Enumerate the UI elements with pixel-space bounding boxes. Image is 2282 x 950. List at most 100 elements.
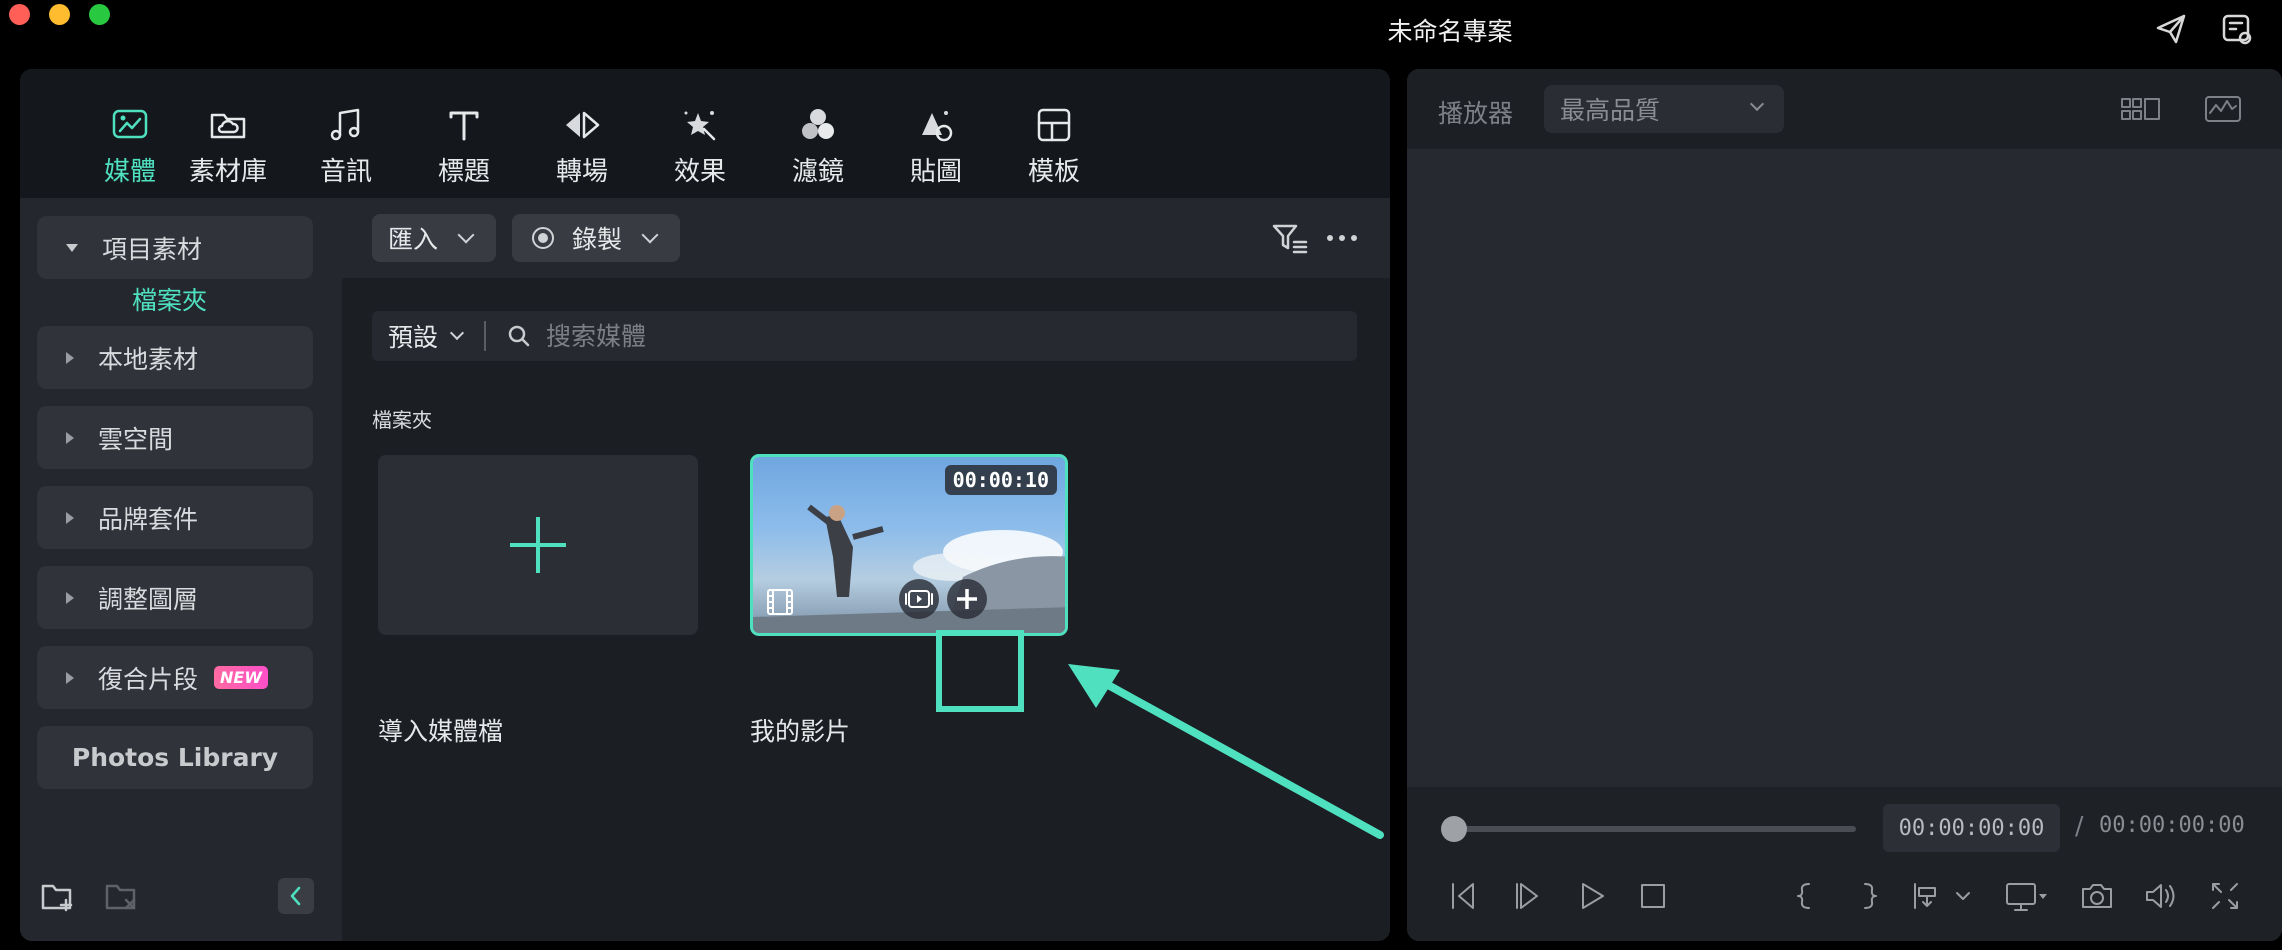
caret-down-icon [66, 243, 78, 252]
sidebar-item-label: 品牌套件 [98, 504, 199, 534]
insert-icon[interactable] [1907, 876, 1947, 916]
film-icon [765, 587, 795, 617]
record-icon [532, 227, 554, 249]
waveform-monitor-icon[interactable] [2203, 91, 2243, 127]
tab-templates[interactable]: 模板 [1004, 105, 1104, 195]
player-toolbar: 播放器 最高品質 [1407, 69, 2282, 149]
tab-stock-label: 素材庫 [188, 157, 267, 187]
send-icon[interactable] [2154, 12, 2188, 46]
volume-icon[interactable] [2141, 876, 2181, 916]
media-icon [112, 109, 148, 139]
sidebar-item-adjustment-layer[interactable]: 調整圖層 [37, 566, 313, 629]
chevron-left-icon [290, 886, 301, 906]
chevron-down-icon [449, 325, 465, 341]
tab-transitions[interactable]: 轉場 [532, 105, 632, 195]
filter-circles-icon [802, 109, 834, 139]
next-frame-icon[interactable] [1507, 876, 1547, 916]
play-icon[interactable] [1571, 876, 1611, 916]
delete-folder-icon[interactable] [104, 878, 140, 914]
quality-label: 最高品質 [1560, 96, 1661, 125]
sidebar-item-label: 調整圖層 [98, 584, 199, 614]
fullscreen-icon[interactable] [2205, 876, 2245, 916]
more-options-icon[interactable] [1322, 218, 1362, 258]
filter-icon[interactable] [1270, 218, 1310, 258]
timeline-scrubber[interactable] [1452, 826, 1856, 832]
sidebar-item-brand-kit[interactable]: 品牌套件 [37, 486, 313, 549]
current-time[interactable]: 00:00:00:00 [1883, 804, 2060, 852]
annotation-arrow [1068, 664, 1384, 839]
mark-in-icon[interactable] [1785, 876, 1825, 916]
caret-right-icon [66, 351, 74, 364]
grid-view-icon[interactable] [2119, 91, 2163, 127]
snapshot-camera-icon[interactable] [2077, 876, 2117, 916]
sidebar-item-label: 復合片段 [98, 664, 199, 694]
collapse-sidebar-button[interactable] [278, 878, 314, 914]
tab-audio-label: 音訊 [319, 157, 372, 187]
sidebar-item-project-media[interactable]: 項目素材 [37, 216, 313, 279]
previous-frame-icon[interactable] [1443, 876, 1483, 916]
caret-right-icon [66, 591, 74, 604]
sidebar-item-photos-library[interactable]: Photos Library [37, 726, 313, 789]
video-caption: 我的影片 [750, 717, 851, 746]
new-folder-icon[interactable] [40, 878, 76, 914]
tab-effects[interactable]: 效果 [650, 105, 750, 195]
import-dropdown[interactable]: 匯入 [372, 214, 496, 262]
record-dropdown[interactable]: 錄製 [512, 214, 680, 262]
tab-audio[interactable]: 音訊 [296, 105, 396, 195]
close-window-button[interactable] [9, 4, 30, 25]
tab-stickers[interactable]: 貼圖 [886, 105, 986, 195]
sidebar: 項目素材 檔案夾 本地素材 雲空間 品牌套件 調整圖層 復合片段 NEW Pho… [20, 198, 342, 941]
player-label: 播放器 [1438, 99, 1514, 128]
effects-star-icon [684, 111, 716, 141]
transition-icon [566, 111, 600, 139]
video-thumbnail[interactable]: 00:00:10 [750, 454, 1068, 636]
insert-options-chevron-icon[interactable] [1951, 876, 1975, 916]
tab-effects-label: 效果 [673, 157, 726, 187]
sidebar-item-compound-clip[interactable]: 復合片段 NEW [37, 646, 313, 709]
caret-right-icon [66, 671, 74, 684]
window-title: 未命名專案 [1387, 17, 1513, 46]
minimize-window-button[interactable] [49, 4, 70, 25]
stop-icon[interactable] [1633, 876, 1673, 916]
tab-stock[interactable]: 素材庫 [178, 105, 278, 195]
import-media-tile[interactable] [378, 455, 698, 635]
sidebar-item-label: 項目素材 [102, 234, 203, 264]
sticker-icon [922, 111, 953, 142]
plus-icon [510, 517, 566, 573]
content-toolbar: 匯入 錄製 [342, 198, 1390, 278]
import-label: 匯入 [388, 225, 439, 254]
add-to-timeline-icon[interactable] [947, 579, 987, 619]
sidebar-item-label: 雲空間 [98, 424, 174, 454]
display-settings-icon[interactable] [2003, 876, 2051, 916]
import-tile-caption: 導入媒體檔 [378, 717, 504, 746]
chevron-down-icon [1749, 96, 1765, 112]
video-viewer[interactable] [1407, 149, 2282, 787]
tab-filters[interactable]: 濾鏡 [768, 105, 868, 195]
tab-filters-label: 濾鏡 [791, 157, 844, 187]
sidebar-item-local-media[interactable]: 本地素材 [37, 326, 313, 389]
mark-out-icon[interactable] [1849, 876, 1889, 916]
tab-media[interactable]: 媒體 [80, 105, 180, 195]
tab-media-label: 媒體 [103, 157, 156, 187]
caret-right-icon [66, 431, 74, 444]
top-toolbar: 媒體 素材庫 音訊 標題 轉場 效果 濾鏡 貼圖 模板 [20, 69, 1390, 198]
cloud-folder-icon [210, 113, 246, 139]
zoom-window-button[interactable] [89, 4, 110, 25]
sort-dropdown[interactable]: 預設 [388, 318, 438, 354]
search-input[interactable] [546, 321, 1307, 351]
sidebar-item-cloud[interactable]: 雲空間 [37, 406, 313, 469]
divider [484, 321, 487, 351]
tab-titles-label: 標題 [437, 157, 490, 187]
sidebar-item-folder[interactable]: 檔案夾 [132, 281, 207, 317]
scrubber-handle[interactable] [1441, 816, 1467, 842]
tab-stickers-label: 貼圖 [909, 157, 962, 187]
preview-icon[interactable] [899, 579, 939, 619]
task-list-icon[interactable] [2220, 12, 2254, 46]
quality-dropdown[interactable]: 最高品質 [1544, 85, 1784, 133]
template-icon [1037, 108, 1071, 142]
record-label: 錄製 [572, 225, 623, 254]
tab-titles[interactable]: 標題 [414, 105, 514, 195]
sidebar-item-label: Photos Library [71, 743, 279, 772]
new-badge: NEW [214, 666, 268, 689]
tab-transitions-label: 轉場 [555, 157, 608, 187]
